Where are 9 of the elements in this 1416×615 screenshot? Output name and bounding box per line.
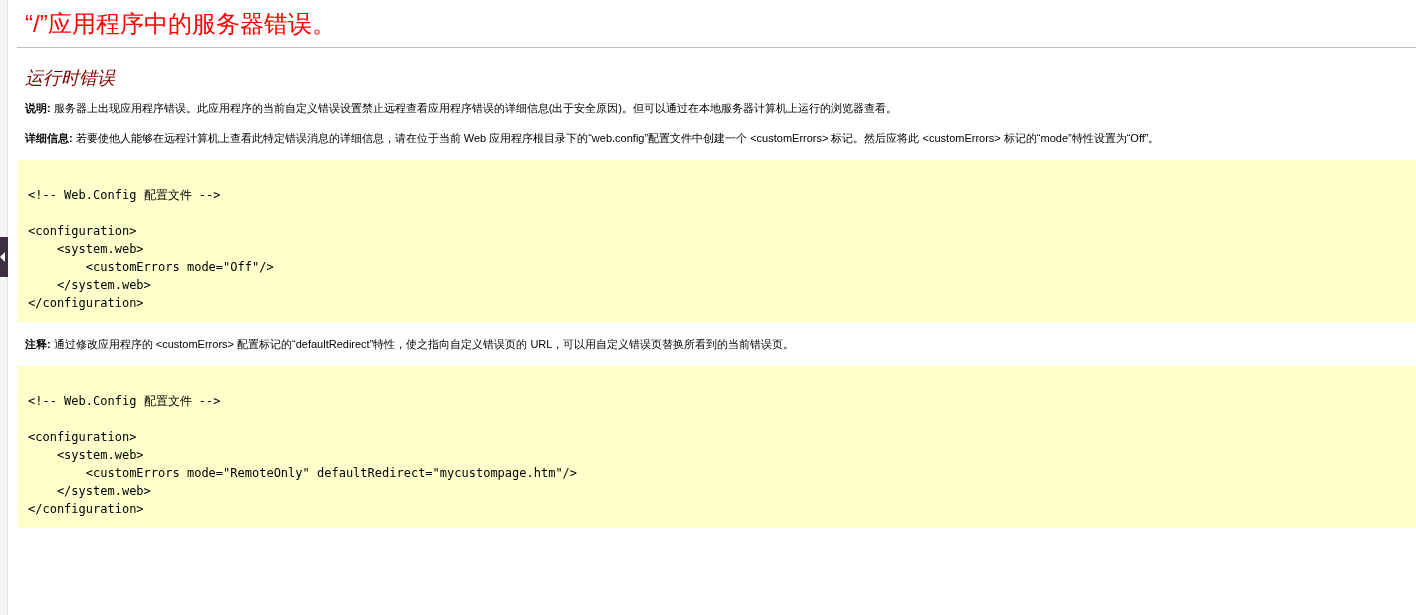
info-paragraph: 注释: 通过修改应用程序的 <customErrors> 配置标记的“defaultRedirect”特性，使之指向自定义错误页的 URL，可以用自定义错误页替换所看到的当前错误页。 [24, 337, 796, 352]
code-block: <!-- Web.Config 配置文件 --> <configuration> <system.web> <customErrors mode="Off"/> </system.web> </configuration> [17, 160, 1416, 322]
section-heading: 运行时错误 [24, 67, 117, 90]
code-block: <!-- Web.Config 配置文件 --> <configuration> <system.web> <customErrors mode="RemoteOnly" defaultRedirect="mycustompage.htm"/> </system.web> </configuration> [17, 366, 1416, 528]
info-paragraph: 详细信息: 若要使他人能够在远程计算机上查看此特定错误消息的详细信息，请在位于当前 Web 应用程序根目录下的“web.config”配置文件中创建一个 <customErrors> 标记。然后应将此 <customErrors> 标记的“mode”特性设置为“Off”。 [24, 131, 1161, 146]
left-arrow-icon [0, 252, 5, 262]
page-title: “/”应用程序中的服务器错误。 [24, 9, 337, 39]
info-paragraph: 说明: 服务器上出现应用程序错误。此应用程序的当前自定义错误设置禁止远程查看应用程序错误的详细信息(出于安全原因)。但可以通过在本地服务器计算机上运行的浏览器查看。 [24, 101, 898, 116]
collapse-handle[interactable] [0, 237, 8, 277]
